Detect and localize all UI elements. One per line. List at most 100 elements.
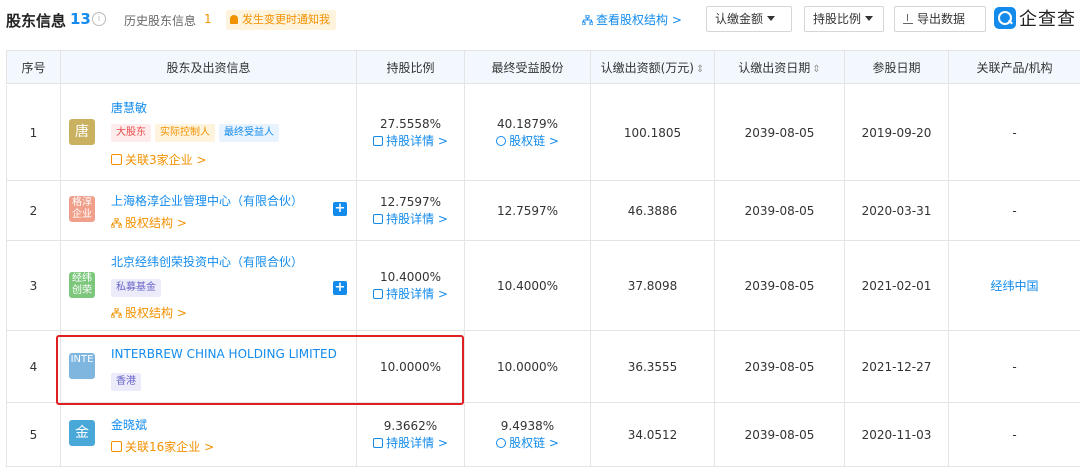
equity-chain-link[interactable]: 股权链 > <box>496 132 559 150</box>
expand-plus-button[interactable]: + <box>333 202 347 216</box>
ratio-value: 10.4000% <box>379 269 442 284</box>
amount-value: 100.1805 <box>623 125 682 140</box>
shareholder-name-link[interactable]: 金晓斌 <box>111 416 147 433</box>
benefit-cell: 10.0000% <box>465 331 591 402</box>
join-date-cell: 2020-11-03 <box>845 403 949 466</box>
tag-actual-controller: 实际控制人 <box>155 124 215 142</box>
sub-date-cell: 2039-08-05 <box>715 181 845 240</box>
ratio-cell: 27.5558% 持股详情 > <box>357 85 465 180</box>
detail-icon <box>373 288 384 299</box>
table-header: 序号 股东及出资信息 持股比例 最终受益股份 认缴出资额(万元) ⇕ 认缴出资日期… <box>6 50 1080 85</box>
tag-private-fund: 私募基金 <box>111 279 161 297</box>
sub-date-cell: 2039-08-05 <box>715 331 845 402</box>
shareholder-tags: 私募基金 <box>111 279 165 297</box>
logo-text: 企查查 <box>1019 9 1076 30</box>
row-index: 1 <box>29 125 38 140</box>
holding-detail-link[interactable]: 持股详情 > <box>373 132 448 150</box>
expand-plus-button[interactable]: + <box>333 281 347 295</box>
join-date-value: 2020-11-03 <box>861 427 932 442</box>
shareholder-name-link[interactable]: 上海格淳企业管理中心（有限合伙） <box>111 192 303 209</box>
sort-icon: ⇕ <box>812 64 821 75</box>
col-amount[interactable]: 认缴出资额(万元) ⇕ <box>591 51 715 85</box>
holding-detail-link[interactable]: 持股详情 > <box>373 434 448 452</box>
detail-icon <box>373 437 384 448</box>
benefit-cell: 10.4000% <box>465 241 591 330</box>
holding-detail-label: 持股详情 > <box>386 286 448 301</box>
view-equity-structure-label: 查看股权结构 > <box>596 13 682 27</box>
sub-date-value: 2039-08-05 <box>744 359 815 374</box>
equity-structure-label: 股权结构 > <box>125 306 187 320</box>
avatar: 唐 <box>69 119 95 145</box>
chain-icon <box>496 437 507 448</box>
row-index-cell: 2 <box>7 181 61 240</box>
sub-date-cell: 2039-08-05 <box>715 403 845 466</box>
sub-date-value: 2039-08-05 <box>744 427 815 442</box>
equity-chain-label: 股权链 > <box>509 435 559 450</box>
benefit-value: 40.1879% <box>496 116 559 131</box>
export-data-label: 导出数据 <box>917 12 966 26</box>
table-row: 3 经纬创荣 北京经纬创荣投资中心（有限合伙） 私募基金 + 股权结构 > 10… <box>6 241 1080 331</box>
join-date-cell: 2021-02-01 <box>845 241 949 330</box>
ratio-sort-dropdown[interactable]: 持股比例 <box>804 6 884 32</box>
amount-cell: 46.3886 <box>591 181 715 240</box>
product-cell: - <box>949 403 1080 466</box>
info-icon[interactable]: i <box>92 12 106 26</box>
equity-chain-link[interactable]: 股权链 > <box>496 434 559 452</box>
join-date-cell: 2021-12-27 <box>845 331 949 402</box>
view-equity-structure-link[interactable]: 查看股权结构 > <box>582 11 682 28</box>
product-cell: - <box>949 181 1080 240</box>
history-shareholders-link[interactable]: 历史股东信息 <box>124 12 196 29</box>
equity-structure-link[interactable]: 股权结构 > <box>111 214 187 231</box>
amount-sort-dropdown[interactable]: 认缴金额 <box>706 6 792 32</box>
join-date-value: 2020-03-31 <box>861 203 932 218</box>
logo-mark-icon <box>994 7 1016 29</box>
ratio-cell: 10.4000% 持股详情 > <box>357 241 465 330</box>
benefit-value: 12.7597% <box>496 203 559 218</box>
tree-icon <box>111 218 122 228</box>
col-benefit: 最终受益股份 <box>465 51 591 85</box>
amount-sort-label: 认缴金额 <box>715 12 764 26</box>
amount-cell: 100.1805 <box>591 85 715 180</box>
export-data-button[interactable]: 导出数据 <box>894 6 986 32</box>
col-sub-date[interactable]: 认缴出资日期 ⇕ <box>715 51 845 85</box>
join-date-value: 2019-09-20 <box>861 125 932 140</box>
product-cell: - <box>949 331 1080 402</box>
section-title: 股东信息 <box>6 12 67 30</box>
product-value: - <box>1012 125 1017 140</box>
related-product-link[interactable]: 经纬中国 <box>990 277 1038 294</box>
ratio-cell: 12.7597% 持股详情 > <box>357 181 465 240</box>
ratio-value: 27.5558% <box>379 116 442 131</box>
equity-structure-link[interactable]: 股权结构 > <box>111 304 187 321</box>
tree-icon <box>582 15 593 25</box>
ratio-value: 12.7597% <box>379 194 442 209</box>
shareholder-name-link[interactable]: 唐慧敏 <box>111 99 147 116</box>
benefit-cell: 9.4938% 股权链 > <box>465 403 591 466</box>
product-value: - <box>1012 427 1017 442</box>
shareholder-cell: 经纬创荣 北京经纬创荣投资中心（有限合伙） 私募基金 + 股权结构 > <box>61 241 357 330</box>
amount-value: 36.3555 <box>627 359 678 374</box>
holding-detail-label: 持股详情 > <box>386 435 448 450</box>
related-companies-label: 关联3家企业 > <box>125 153 207 167</box>
sort-icon: ⇕ <box>695 64 705 75</box>
shareholder-name-link[interactable]: 北京经纬创荣投资中心（有限合伙） <box>111 253 303 270</box>
tag-ultimate-beneficiary: 最终受益人 <box>219 124 279 142</box>
amount-value: 37.8098 <box>627 278 678 293</box>
benefit-value: 10.0000% <box>496 359 559 374</box>
detail-icon <box>373 213 384 224</box>
notify-change-button[interactable]: 发生变更时通知我 <box>226 10 336 30</box>
related-companies-link[interactable]: 关联16家企业 > <box>111 438 214 455</box>
row-index-cell: 1 <box>7 85 61 180</box>
holding-detail-label: 持股详情 > <box>386 133 448 148</box>
table-row: 2 格淳企业 上海格淳企业管理中心（有限合伙） + 股权结构 > 12.7597… <box>6 181 1080 241</box>
col-ratio: 持股比例 <box>357 51 465 85</box>
row-index-cell: 5 <box>7 403 61 466</box>
history-shareholders-count[interactable]: 1 <box>204 12 212 26</box>
holding-detail-link[interactable]: 持股详情 > <box>373 285 448 303</box>
row-index-cell: 3 <box>7 241 61 330</box>
avatar: 经纬创荣 <box>69 272 95 298</box>
benefit-cell: 40.1879% 股权链 > <box>465 85 591 180</box>
related-companies-link[interactable]: 关联3家企业 > <box>111 151 207 168</box>
row-index: 3 <box>29 278 38 293</box>
holding-detail-link[interactable]: 持股详情 > <box>373 210 448 228</box>
tree-icon <box>111 308 122 318</box>
